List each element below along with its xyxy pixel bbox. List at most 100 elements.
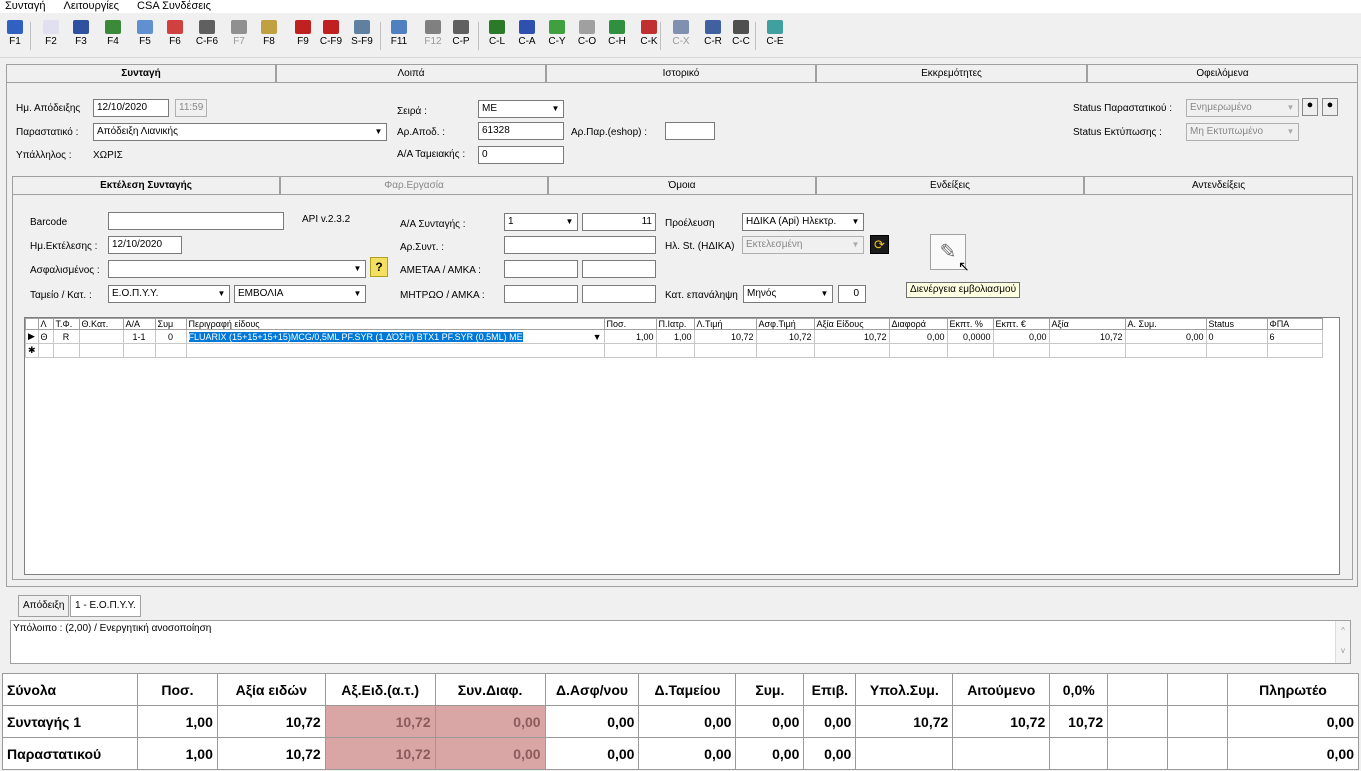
category-select[interactable]: ΕΜΒΟΛΙΑ ▼ [234, 285, 366, 303]
grid-cell[interactable]: 0 [154, 329, 187, 344]
toolbar-button-f11[interactable]: F11 [384, 20, 414, 56]
row-pointer-icon[interactable]: ▶ [25, 329, 39, 344]
hl-status-select[interactable]: Εκτελεσμένη ▼ [742, 236, 864, 254]
chevron-down-icon[interactable]: ▼ [1284, 101, 1297, 115]
grid-cell[interactable] [185, 343, 605, 358]
grid-cell[interactable]: 1,00 [655, 329, 695, 344]
grid-cell[interactable]: 0,00 [992, 329, 1050, 344]
tab-receipt[interactable]: Απόδειξη [18, 595, 70, 617]
grid-column-header[interactable]: Τ.Φ. [52, 318, 80, 330]
barcode-input[interactable] [108, 212, 284, 230]
chevron-down-icon[interactable]: ▼ [549, 102, 562, 116]
grid-cell[interactable]: 10,72 [1048, 329, 1126, 344]
repeat-count-field[interactable]: 0 [838, 285, 866, 303]
toolbar-button-f5[interactable]: F5 [130, 20, 160, 56]
new-row[interactable]: ✱ [25, 343, 1323, 358]
toolbar-button-c-e[interactable]: C-E [760, 20, 790, 56]
grid-column-header[interactable]: ΦΠΑ [1266, 318, 1323, 330]
grid-cell[interactable]: R [52, 329, 80, 344]
grid-cell[interactable]: 10,72 [755, 329, 815, 344]
grid-cell[interactable]: FLUARIX (15+15+15+15)MCG/0,5ML PF.SYR (1… [185, 329, 605, 344]
sync-icon[interactable]: ⟳ [870, 235, 889, 254]
toolbar-button-c-f6[interactable]: C-F6 [192, 20, 222, 56]
toolbar-button-c-r[interactable]: C-R [698, 20, 728, 56]
grid-column-header[interactable]: Συμ [154, 318, 187, 330]
receipt-date-field[interactable]: 12/10/2020 [93, 99, 169, 117]
grid-cell[interactable]: 0,00 [888, 329, 948, 344]
grid-column-header[interactable]: Αξία [1048, 318, 1126, 330]
grid-cell[interactable] [992, 343, 1050, 358]
item-description[interactable]: FLUARIX (15+15+15+15)MCG/0,5ML PF.SYR (1… [188, 331, 523, 342]
toolbar-button-c-x[interactable]: C-X [666, 20, 696, 56]
toolbar-button-c-c[interactable]: C-C [726, 20, 756, 56]
chevron-down-icon[interactable]: ▼ [849, 238, 862, 252]
series-select[interactable]: ΜΕ ▼ [478, 100, 564, 118]
grid-column-header[interactable]: Θ.Κατ. [78, 318, 124, 330]
grid-cell[interactable]: 1-1 [122, 329, 156, 344]
toolbar-button-f3[interactable]: F3 [66, 20, 96, 56]
chevron-down-icon[interactable]: ▼ [372, 125, 385, 139]
insured-select[interactable]: ▼ [108, 260, 366, 278]
chevron-down-icon[interactable]: ▼ [1284, 125, 1297, 139]
menu-item-csa[interactable]: CSA Συνδέσεις [137, 0, 211, 12]
toolbar-button-f1[interactable]: F1 [0, 20, 30, 56]
grid-column-header[interactable]: Π.Ιατρ. [655, 318, 695, 330]
toolbar-button-c-h[interactable]: C-H [602, 20, 632, 56]
grid-cell[interactable]: 0,00 [1124, 329, 1207, 344]
grid-cell[interactable] [78, 329, 124, 344]
help-search-icon[interactable]: ? [370, 257, 388, 277]
receipt-time-field[interactable]: 11:59 [175, 99, 207, 117]
tab-contraindications[interactable]: Αντενδείξεις [1084, 176, 1353, 194]
toolbar-button-f7[interactable]: F7 [224, 20, 254, 56]
toolbar-button-c-l[interactable]: C-L [482, 20, 512, 56]
grid-column-header[interactable]: Α. Συμ. [1124, 318, 1207, 330]
chevron-down-icon[interactable]: ▼ [563, 215, 576, 229]
grid-cell[interactable] [1266, 343, 1323, 358]
toolbar-button-c-o[interactable]: C-O [572, 20, 602, 56]
tab-other[interactable]: Λοιπά [276, 64, 546, 82]
tab-owed[interactable]: Οφειλόμενα [1087, 64, 1358, 82]
grid-cell[interactable]: 1,00 [603, 329, 657, 344]
grid-cell[interactable] [755, 343, 815, 358]
fund-select[interactable]: Ε.Ο.Π.Υ.Υ. ▼ [108, 285, 230, 303]
toolbar-button-c-y[interactable]: C-Y [542, 20, 572, 56]
grid-cell[interactable]: 10,72 [693, 329, 757, 344]
grid-cell[interactable]: 0 [1205, 329, 1268, 344]
grid-column-header[interactable]: Εκπτ. % [946, 318, 994, 330]
grid-cell[interactable] [122, 343, 156, 358]
grid-cell[interactable] [154, 343, 187, 358]
table-row[interactable]: ▶ Θ R 1-1 0 FLUARIX (15+15+15+15)MCG/0,5ML PF… [25, 329, 1323, 344]
chevron-down-icon[interactable]: ▼ [351, 262, 364, 276]
grid-cell[interactable] [52, 343, 80, 358]
rx-aa-select[interactable]: 1 ▼ [504, 213, 578, 231]
amka-field[interactable] [582, 260, 656, 278]
eshop-field[interactable] [665, 122, 715, 140]
grid-column-header[interactable]: Περιγραφή είδους [185, 318, 605, 330]
menu-item-functions[interactable]: Λειτουργίες [64, 0, 119, 12]
origin-select[interactable]: ΗΔΙΚΑ (Api) Ηλεκτρ. ▼ [742, 213, 864, 231]
chevron-down-icon[interactable]: ▼ [593, 332, 602, 342]
toolbar-button-f2[interactable]: F2 [36, 20, 66, 56]
grid-cell[interactable] [655, 343, 695, 358]
mitroo-amka-field[interactable] [582, 285, 656, 303]
tab-indications[interactable]: Ενδείξεις [816, 176, 1084, 194]
grid-cell[interactable] [1124, 343, 1207, 358]
receipt-number-field[interactable]: 61328 [478, 122, 564, 140]
grid-column-header[interactable]: Α/Α [122, 318, 156, 330]
tab-prescription[interactable]: Συνταγή [6, 64, 276, 82]
grid-column-header[interactable]: Ποσ. [603, 318, 657, 330]
rx-count-field[interactable]: 11 [582, 213, 656, 231]
toolbar-button-c-p[interactable]: C-P [446, 20, 476, 56]
lock-icon[interactable]: ● [1322, 98, 1338, 116]
tab-history[interactable]: Ιστορικό [546, 64, 816, 82]
cashier-field[interactable]: 0 [478, 146, 564, 164]
grid-column-header[interactable]: Status [1205, 318, 1268, 330]
grid-cell[interactable]: 6 [1266, 329, 1323, 344]
grid-cell[interactable]: Θ [37, 329, 54, 344]
toolbar-button-s-f9[interactable]: S-F9 [347, 20, 377, 56]
chevron-down-icon[interactable]: ▼ [351, 287, 364, 301]
grid-cell[interactable] [946, 343, 994, 358]
grid-cell[interactable]: 0,0000 [946, 329, 994, 344]
menu-item-prescription[interactable]: Συνταγή [5, 0, 45, 12]
exec-date-field[interactable]: 12/10/2020 [108, 236, 182, 254]
